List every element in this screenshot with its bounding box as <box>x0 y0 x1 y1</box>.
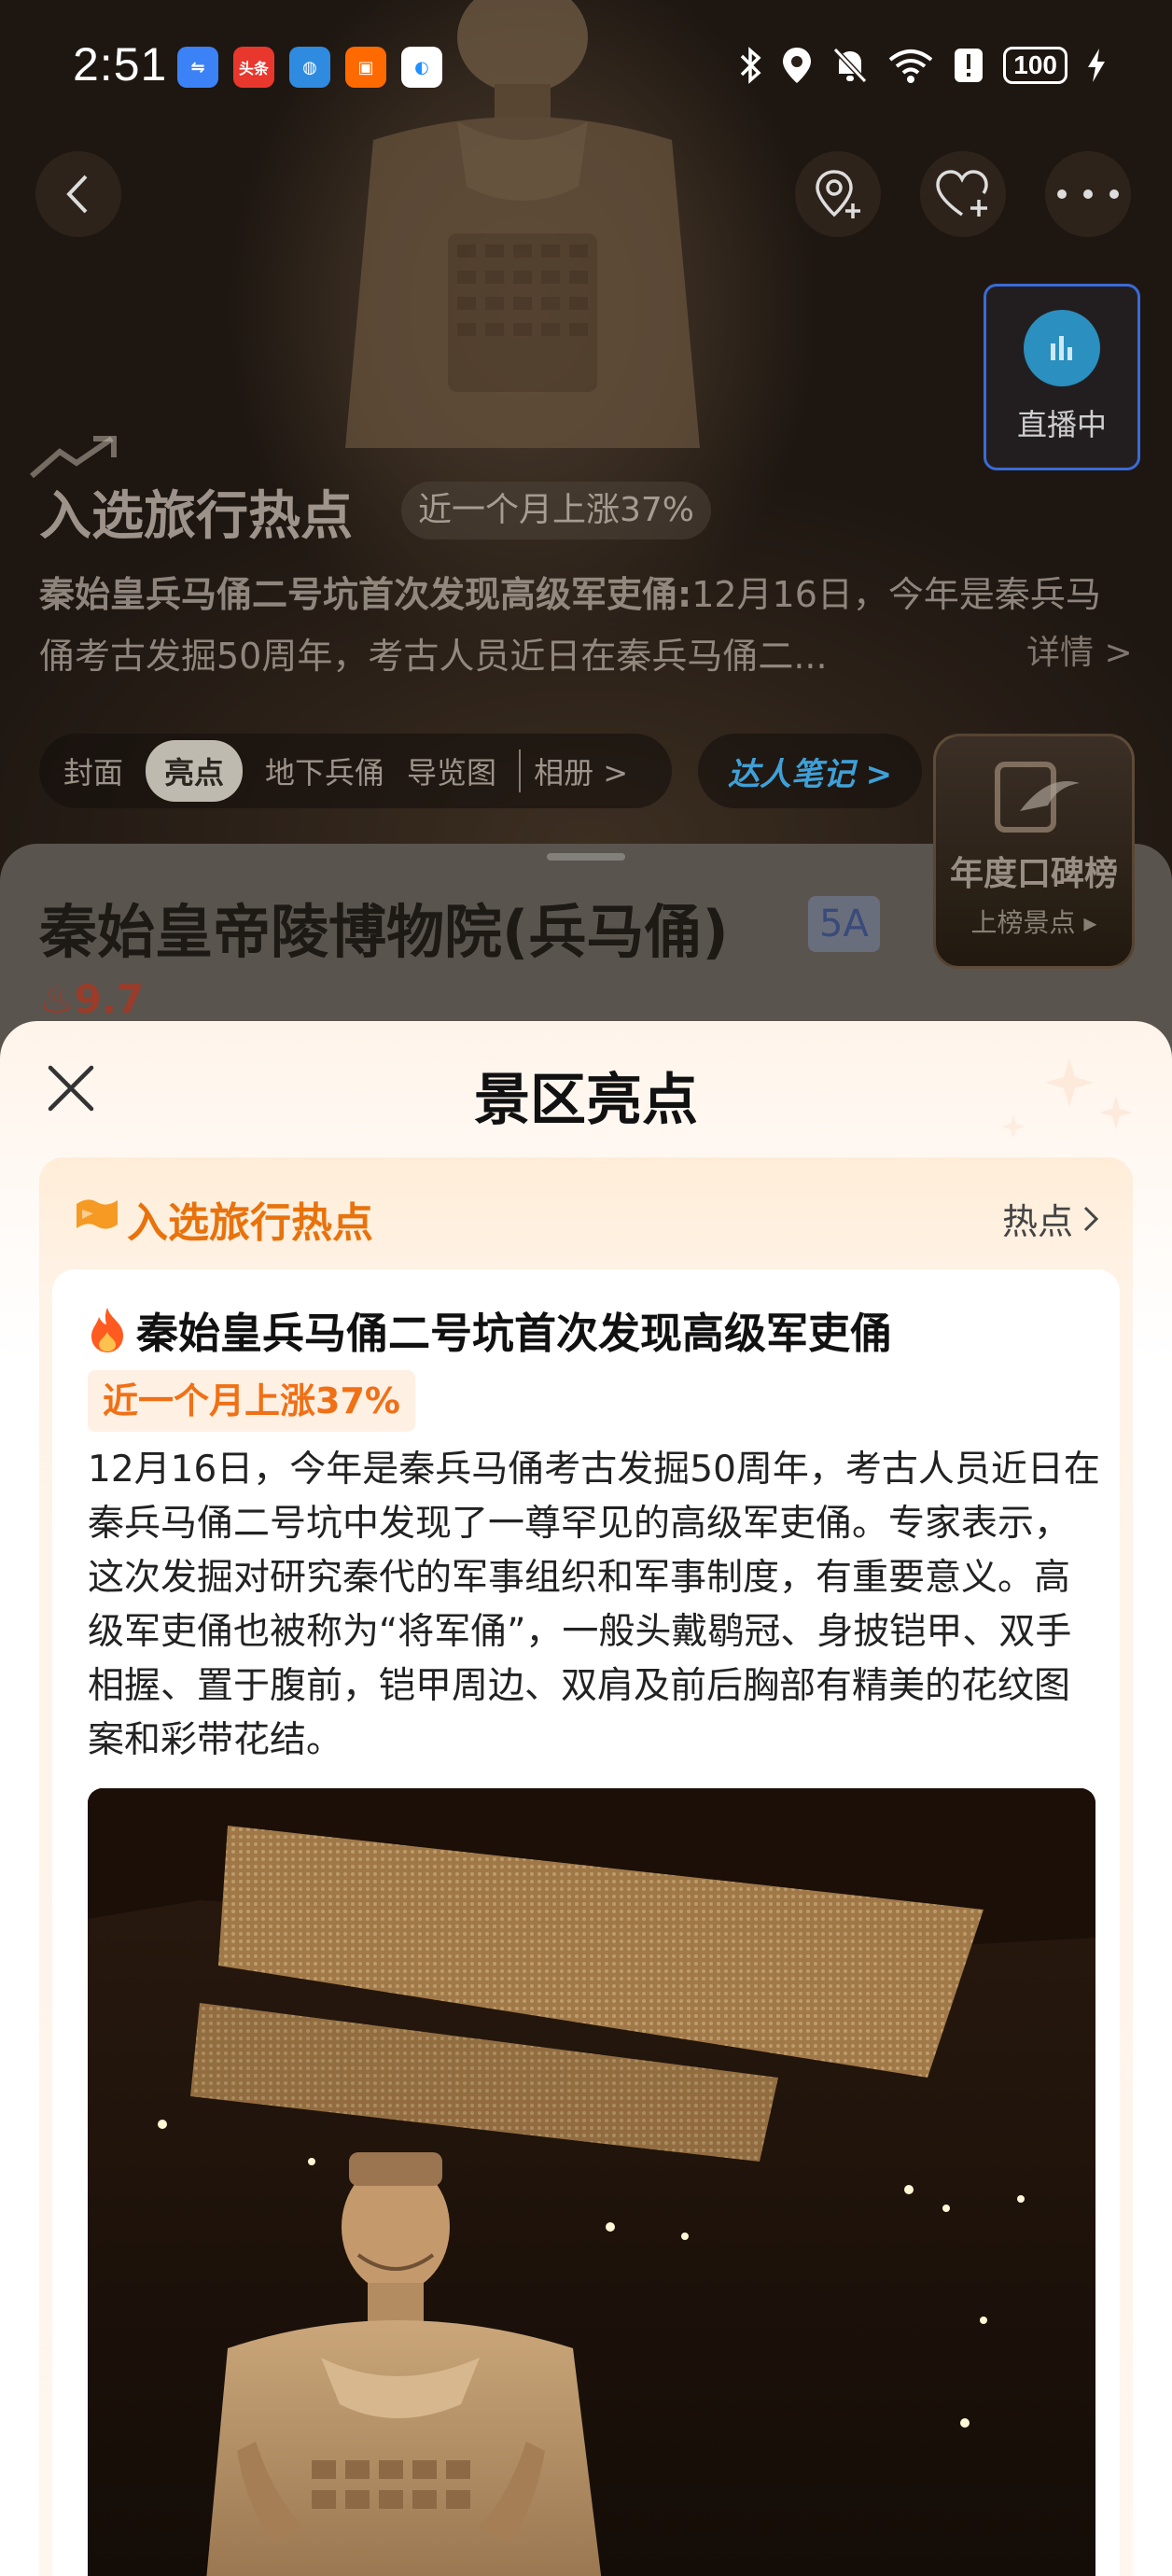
hot-news-card[interactable]: 秦始皇兵马俑二号坑首次发现高级军吏俑 近一个月上涨37% 12月16日，今年是秦… <box>52 1269 1120 2576</box>
rise-badge: 近一个月上涨37% <box>88 1370 415 1432</box>
heart-add-icon <box>936 170 988 217</box>
more-icon <box>1057 189 1119 199</box>
hero-hot-description[interactable]: 秦始皇兵马俑二号坑首次发现高级军吏俑:12月16日，今年是秦兵马俑考古发掘50周… <box>39 564 1131 687</box>
card-title: 秦始皇兵马俑二号坑首次发现高级军吏俑 <box>86 1299 892 1360</box>
hot-section: 入选旅行热点 热点 秦始皇兵马俑二号坑首次发现高级军吏俑 近一个月上涨37% 1… <box>39 1157 1133 2576</box>
hero-tab-bar: 封面 亮点 地下兵俑 导览图 相册 > <box>39 734 672 808</box>
status-time: 2:51 <box>73 38 168 91</box>
hero-rise-badge: 近一个月上涨37% <box>401 482 712 539</box>
add-location-button[interactable] <box>795 151 881 237</box>
warrior-photo[interactable] <box>88 1788 1095 2576</box>
mute-bell-icon <box>833 47 868 84</box>
location-icon <box>783 48 812 83</box>
compass-icon: ◐ <box>401 47 442 88</box>
tab-cover[interactable]: 封面 <box>63 749 123 792</box>
charging-icon <box>1088 49 1105 82</box>
grade-badge: 5A <box>808 896 880 952</box>
wifi-icon <box>889 49 933 83</box>
tab-underground-warriors[interactable]: 地下兵俑 <box>265 749 384 792</box>
card-title-text: 秦始皇兵马俑二号坑首次发现高级军吏俑 <box>136 1309 893 1358</box>
live-icon <box>1024 310 1100 386</box>
hero-hot-headline: 秦始皇兵马俑二号坑首次发现高级军吏俑: <box>39 574 692 615</box>
flame-icon: ♨ <box>39 976 75 1022</box>
chevron-right-icon <box>1083 1206 1099 1231</box>
tab-guide-map[interactable]: 导览图 <box>407 749 496 792</box>
add-location-icon <box>816 170 860 218</box>
tab-album[interactable]: 相册 > <box>519 749 628 792</box>
more-button[interactable] <box>1045 151 1131 237</box>
hero-hot-title: 入选旅行热点 <box>39 486 353 547</box>
chevron-left-icon <box>66 175 88 214</box>
ranking-title: 年度口碑榜 <box>949 855 1118 893</box>
app-icon: ▣ <box>345 47 386 88</box>
sheet-title: 景区亮点 <box>474 1068 698 1133</box>
battery-indicator: 100 <box>1003 47 1067 84</box>
status-bar: 2:51 ⇋ 头条 ◍ ▣ ◐ 100 <box>0 0 1172 131</box>
dolphin-icon <box>995 762 1080 833</box>
fire-icon <box>91 1307 123 1352</box>
live-stream-button[interactable]: 直播中 <box>984 284 1140 470</box>
status-icons: 100 <box>738 41 1107 90</box>
tab-highlights[interactable]: 亮点 <box>146 740 244 802</box>
back-button[interactable] <box>35 151 121 237</box>
drag-handle[interactable] <box>547 853 625 861</box>
terracotta-general-image <box>88 1788 1095 2576</box>
hotspot-link-label: 热点 <box>1001 1201 1073 1242</box>
browser-icon: ◍ <box>289 47 330 88</box>
flag-icon <box>77 1199 118 1229</box>
card-body: 12月16日，今年是秦兵马俑考古发掘50周年，考古人员近日在秦兵马俑二号坑中发现… <box>88 1449 1100 1761</box>
alert-icon <box>955 49 984 82</box>
expert-notes-button[interactable]: 达人笔记 > <box>698 734 922 808</box>
score: ♨9.7 <box>39 976 144 1022</box>
hotspot-link[interactable]: 热点 <box>1002 1193 1099 1244</box>
live-label: 直播中 <box>1016 407 1107 442</box>
annual-ranking-badge[interactable]: 年度口碑榜 上榜景点 ▸ <box>933 734 1135 969</box>
highlights-sheet: 景区亮点 入选旅行热点 热点 秦始皇兵马俑二号坑首次发现高级军吏俑 近一个月上涨… <box>0 1021 1172 2576</box>
ranking-subtitle: 上榜景点 ▸ <box>970 907 1097 938</box>
section-title: 入选旅行热点 <box>127 1199 373 1247</box>
score-value: 9.7 <box>74 976 145 1022</box>
usb-icon: ⇋ <box>177 47 218 88</box>
scenic-name: 秦始皇帝陵博物院(兵马俑) <box>39 898 729 966</box>
detail-link[interactable]: 详情 > <box>1026 625 1133 674</box>
toutiao-icon: 头条 <box>233 47 274 88</box>
favorite-button[interactable] <box>920 151 1006 237</box>
bluetooth-icon <box>741 47 761 84</box>
